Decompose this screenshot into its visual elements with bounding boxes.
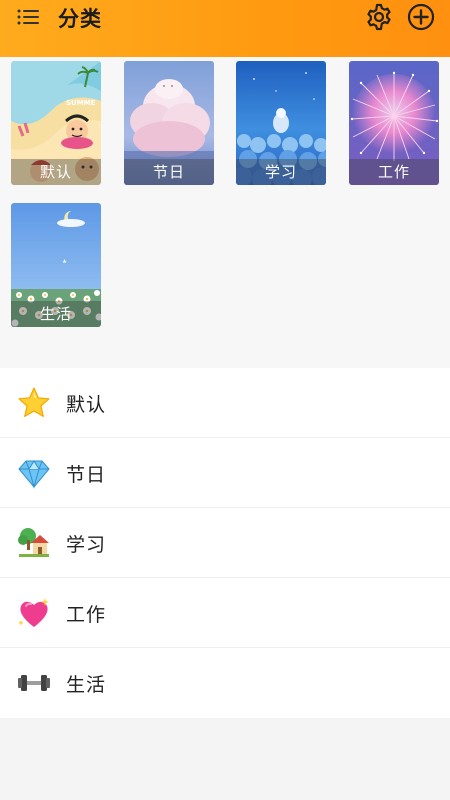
list-item-label: 学习 (66, 534, 107, 556)
plus-circle-icon[interactable] (406, 2, 436, 32)
house-with-tree-icon (18, 528, 49, 557)
category-list: 默认 节日 学习 工作 生活 (0, 368, 450, 718)
top-app-bar: 分类 (0, 0, 450, 57)
list-item-label: 默认 (66, 394, 107, 416)
gear-icon[interactable] (364, 2, 394, 32)
category-card-label: 工作 (349, 159, 439, 185)
list-item-label: 生活 (66, 674, 107, 696)
category-card[interactable]: SUMME 默认 (11, 61, 101, 185)
list-item-label: 节日 (66, 464, 107, 486)
category-card-label: 默认 (11, 159, 101, 185)
list-item[interactable]: 生活 (0, 648, 450, 718)
star-icon (18, 387, 50, 417)
svg-text:SUMME: SUMME (66, 99, 96, 107)
list-item[interactable]: 学习 (0, 508, 450, 578)
category-card[interactable]: 工作 (349, 61, 439, 185)
list-item-label: 工作 (66, 604, 107, 626)
list-item[interactable]: 默认 (0, 368, 450, 438)
page-title: 分类 (58, 7, 102, 31)
dumbbell-icon (18, 675, 50, 691)
category-card-label: 学习 (236, 159, 326, 185)
list-menu-icon[interactable] (16, 7, 42, 27)
sparkling-heart-icon (18, 598, 49, 627)
list-item[interactable]: 节日 (0, 438, 450, 508)
diamond-icon (18, 460, 50, 489)
category-card-label: 生活 (11, 301, 101, 327)
category-card[interactable]: 生活 (11, 203, 101, 327)
category-card-label: 节日 (124, 159, 214, 185)
category-cover-grid: SUMME 默认 节日 学习 工作 生活 (0, 57, 450, 368)
category-card[interactable]: 学习 (236, 61, 326, 185)
list-item[interactable]: 工作 (0, 578, 450, 648)
category-card[interactable]: 节日 (124, 61, 214, 185)
